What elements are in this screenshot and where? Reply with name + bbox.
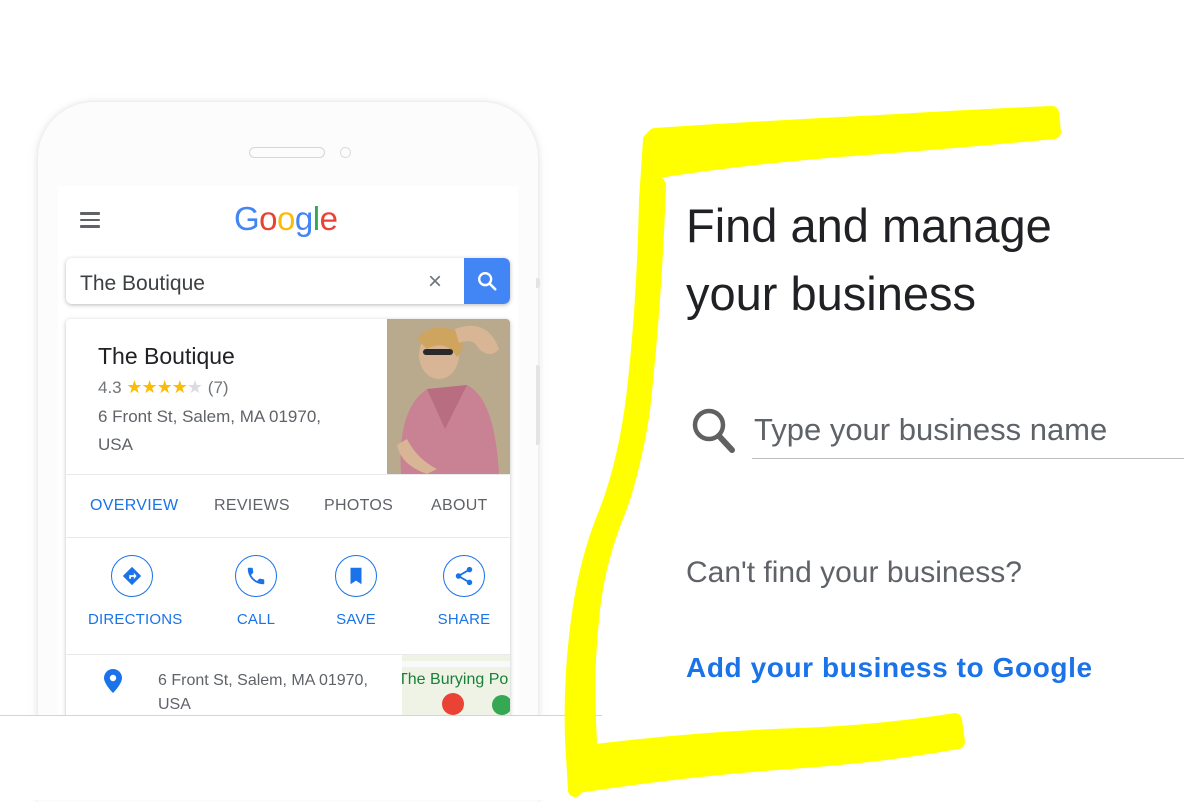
cant-find-text: Can't find your business? (686, 556, 1022, 589)
business-name-input[interactable] (752, 406, 1184, 459)
page-headline: Find and manage your business (686, 192, 1146, 328)
headline-line: Find and manage (686, 199, 1052, 252)
search-icon (692, 408, 735, 453)
headline-line: your business (686, 267, 976, 320)
add-business-link[interactable]: Add your business to Google (686, 652, 1093, 684)
business-search-field[interactable] (690, 404, 1190, 460)
